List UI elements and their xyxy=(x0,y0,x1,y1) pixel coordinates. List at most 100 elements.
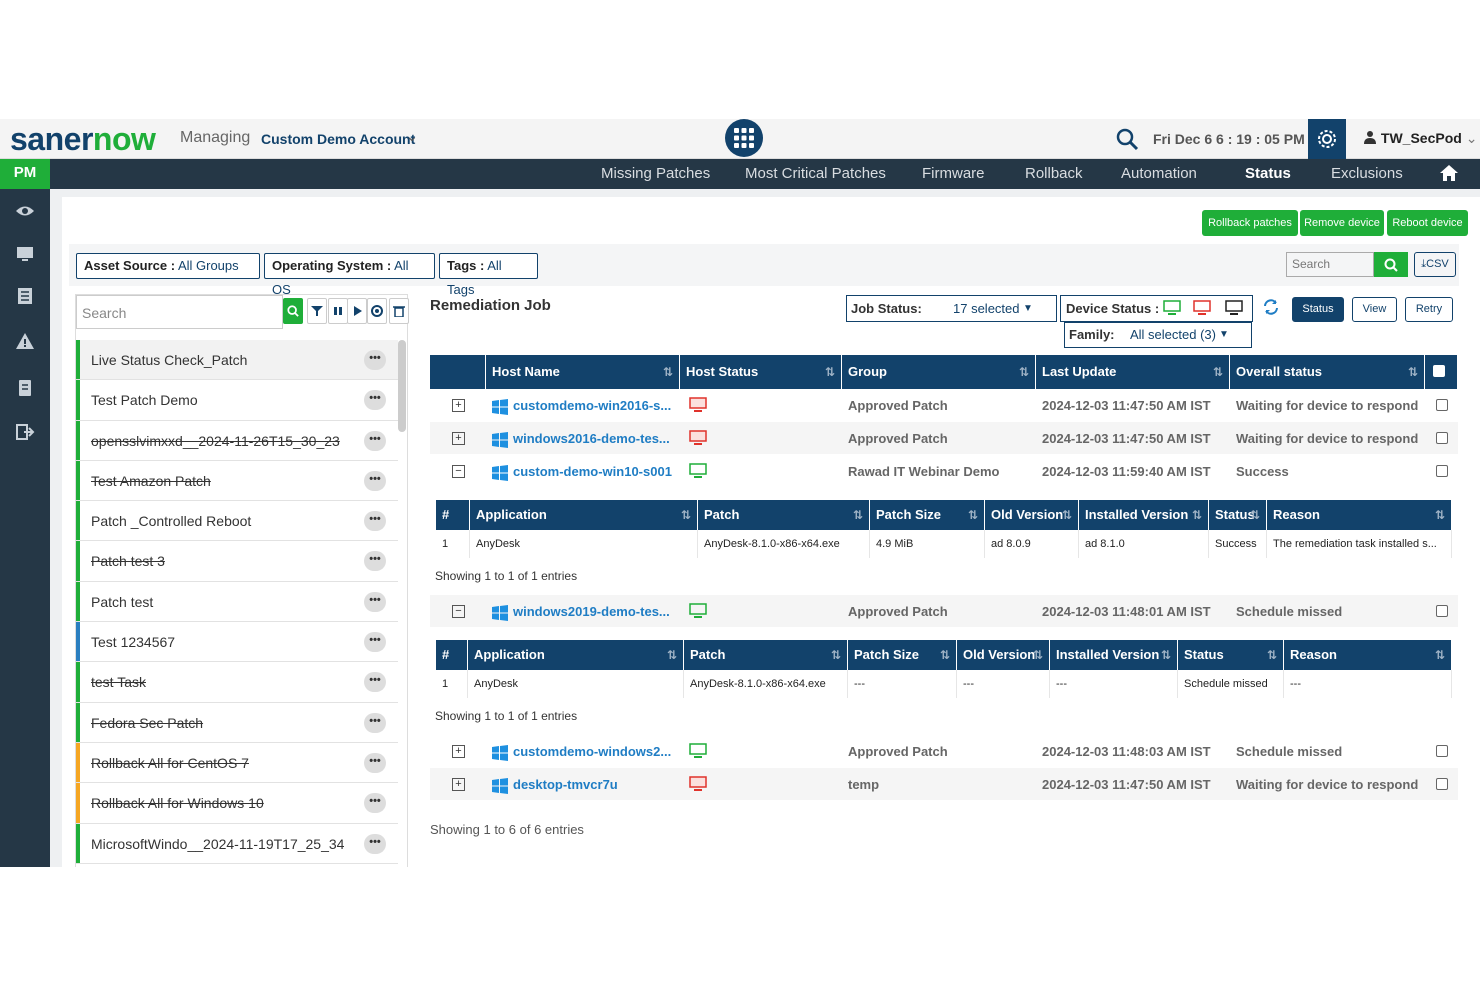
sort-icon[interactable]: ⇅ xyxy=(1062,500,1072,530)
more-options-icon[interactable]: ••• xyxy=(364,793,386,814)
list-item[interactable]: Test Patch Demo ••• xyxy=(76,380,398,421)
more-options-icon[interactable]: ••• xyxy=(364,511,386,532)
sort-icon[interactable]: ⇅ xyxy=(968,500,978,530)
host-link[interactable]: custom-demo-win10-s001 xyxy=(513,464,672,479)
sort-icon[interactable]: ⇅ xyxy=(1192,500,1202,530)
sort-icon[interactable]: ⇅ xyxy=(1033,640,1043,670)
nav-automation[interactable]: Automation xyxy=(1121,165,1197,182)
host-link[interactable]: customdemo-win2016-s... xyxy=(513,398,671,413)
header-col[interactable]: Host Name ⇅ xyxy=(486,355,680,389)
sort-icon[interactable]: ⇅ xyxy=(831,640,841,670)
header-select[interactable] xyxy=(1425,355,1458,389)
row-checkbox[interactable] xyxy=(1436,745,1448,757)
detail-header-col[interactable]: Patch ⇅ xyxy=(698,500,870,530)
list-item[interactable]: opensslvimxxd__2024-11-26T15_30_23 ••• xyxy=(76,420,398,461)
detail-header-col[interactable]: Installed Version ⇅ xyxy=(1050,640,1178,670)
view-button[interactable]: View xyxy=(1352,297,1397,322)
detail-header-col[interactable]: Reason ⇅ xyxy=(1284,640,1452,670)
sort-icon[interactable]: ⇅ xyxy=(1435,640,1445,670)
filter-button[interactable] xyxy=(307,298,327,324)
status-button[interactable]: Status xyxy=(1292,297,1344,322)
retry-button[interactable]: Retry xyxy=(1405,297,1453,322)
more-options-icon[interactable]: ••• xyxy=(364,470,386,491)
unknown-device-icon[interactable] xyxy=(1225,300,1243,316)
refresh-icon[interactable] xyxy=(1263,299,1279,315)
row-checkbox[interactable] xyxy=(1436,399,1448,411)
more-options-icon[interactable]: ••• xyxy=(364,430,386,451)
list-item[interactable]: Rollback All for Windows 10 ••• xyxy=(76,783,398,824)
play-button[interactable] xyxy=(347,298,367,324)
more-options-icon[interactable]: ••• xyxy=(364,752,386,773)
job-list-scrollbar[interactable] xyxy=(398,340,406,432)
header-col[interactable]: Last Update ⇅ xyxy=(1036,355,1230,389)
expand-toggle[interactable]: − xyxy=(452,465,465,478)
list-item[interactable]: Patch test ••• xyxy=(76,581,398,623)
detail-header-col[interactable]: Application ⇅ xyxy=(470,500,698,530)
expand-toggle[interactable]: + xyxy=(452,778,465,791)
offline-device-icon[interactable] xyxy=(1193,300,1211,316)
more-options-icon[interactable]: ••• xyxy=(364,632,386,653)
list-item[interactable]: Test Amazon Patch ••• xyxy=(76,460,398,502)
detail-header-col[interactable]: Status ⇅ xyxy=(1209,500,1267,530)
detail-header-col[interactable]: Application ⇅ xyxy=(468,640,684,670)
warning-icon[interactable] xyxy=(15,331,35,351)
detail-header-col[interactable]: Patch Size ⇅ xyxy=(870,500,985,530)
header-col[interactable]: Overall status ⇅ xyxy=(1230,355,1425,389)
row-checkbox[interactable] xyxy=(1436,605,1448,617)
expand-toggle[interactable]: − xyxy=(452,605,465,618)
more-options-icon[interactable]: ••• xyxy=(364,390,386,411)
sort-icon[interactable]: ⇅ xyxy=(1435,500,1445,530)
host-link[interactable]: windows2019-demo-tes... xyxy=(513,604,670,619)
module-badge[interactable]: PM xyxy=(0,159,50,189)
settings-button[interactable] xyxy=(1308,119,1346,159)
sort-icon[interactable]: ⇅ xyxy=(1161,640,1171,670)
stop-button[interactable] xyxy=(367,298,387,324)
list-item[interactable]: Rollback All for CentOS 7 ••• xyxy=(76,742,398,784)
monitor-icon[interactable] xyxy=(15,244,35,264)
expand-toggle[interactable]: + xyxy=(452,745,465,758)
nav-most-critical-patches[interactable]: Most Critical Patches xyxy=(745,165,886,182)
family-filter[interactable]: Family: All selected (3) ▼ xyxy=(1064,322,1252,348)
host-link[interactable]: windows2016-demo-tes... xyxy=(513,431,670,446)
host-link[interactable]: customdemo-windows2... xyxy=(513,744,671,759)
table-search-input[interactable]: Search xyxy=(1286,252,1374,277)
list-item[interactable]: test Task ••• xyxy=(76,662,398,703)
row-checkbox[interactable] xyxy=(1436,432,1448,444)
detail-header-col[interactable]: Old Version ⇅ xyxy=(985,500,1079,530)
detail-header-col[interactable]: Old Version ⇅ xyxy=(957,640,1050,670)
remove-device-button[interactable]: Remove device xyxy=(1300,210,1384,236)
chevron-down-icon[interactable]: ⌄ xyxy=(406,128,418,145)
list-item[interactable]: Test 1234567 ••• xyxy=(76,622,398,663)
sort-icon[interactable]: ⇅ xyxy=(681,500,691,530)
sort-icon[interactable]: ⇅ xyxy=(667,640,677,670)
more-options-icon[interactable]: ••• xyxy=(364,833,386,854)
account-selector[interactable]: Custom Demo Account xyxy=(261,131,415,147)
nav-firmware[interactable]: Firmware xyxy=(922,165,985,182)
asset-source-filter[interactable]: Asset Source : All Groups xyxy=(76,253,260,279)
sort-icon[interactable]: ⇅ xyxy=(1250,500,1260,530)
pause-button[interactable] xyxy=(328,298,348,324)
detail-header-col[interactable]: Installed Version ⇅ xyxy=(1079,500,1209,530)
table-search-button[interactable] xyxy=(1374,252,1408,277)
header-col[interactable]: Host Status ⇅ xyxy=(680,355,842,389)
job-search-input[interactable]: Search xyxy=(76,295,283,329)
nav-missing-patches[interactable]: Missing Patches xyxy=(601,165,710,182)
delete-button[interactable] xyxy=(389,298,409,324)
list-item[interactable]: Patch test 3 ••• xyxy=(76,541,398,582)
csv-download-button[interactable]: ⤓CSV xyxy=(1414,252,1456,277)
sort-icon[interactable]: ⇅ xyxy=(825,355,835,389)
row-checkbox[interactable] xyxy=(1436,778,1448,790)
list-icon[interactable] xyxy=(15,286,35,306)
more-options-icon[interactable]: ••• xyxy=(364,350,386,370)
list-item[interactable]: Live Status Check_Patch ••• xyxy=(76,340,398,381)
expand-toggle[interactable]: + xyxy=(452,432,465,445)
job-search-button[interactable] xyxy=(283,298,303,324)
nav-exclusions[interactable]: Exclusions xyxy=(1331,165,1403,182)
sort-icon[interactable]: ⇅ xyxy=(853,500,863,530)
nav-status[interactable]: Status xyxy=(1245,165,1291,182)
row-checkbox[interactable] xyxy=(1436,465,1448,477)
sort-icon[interactable]: ⇅ xyxy=(1019,355,1029,389)
rollback-patches-button[interactable]: Rollback patches xyxy=(1202,210,1298,236)
more-options-icon[interactable]: ••• xyxy=(364,712,386,733)
nav-rollback[interactable]: Rollback xyxy=(1025,165,1083,182)
